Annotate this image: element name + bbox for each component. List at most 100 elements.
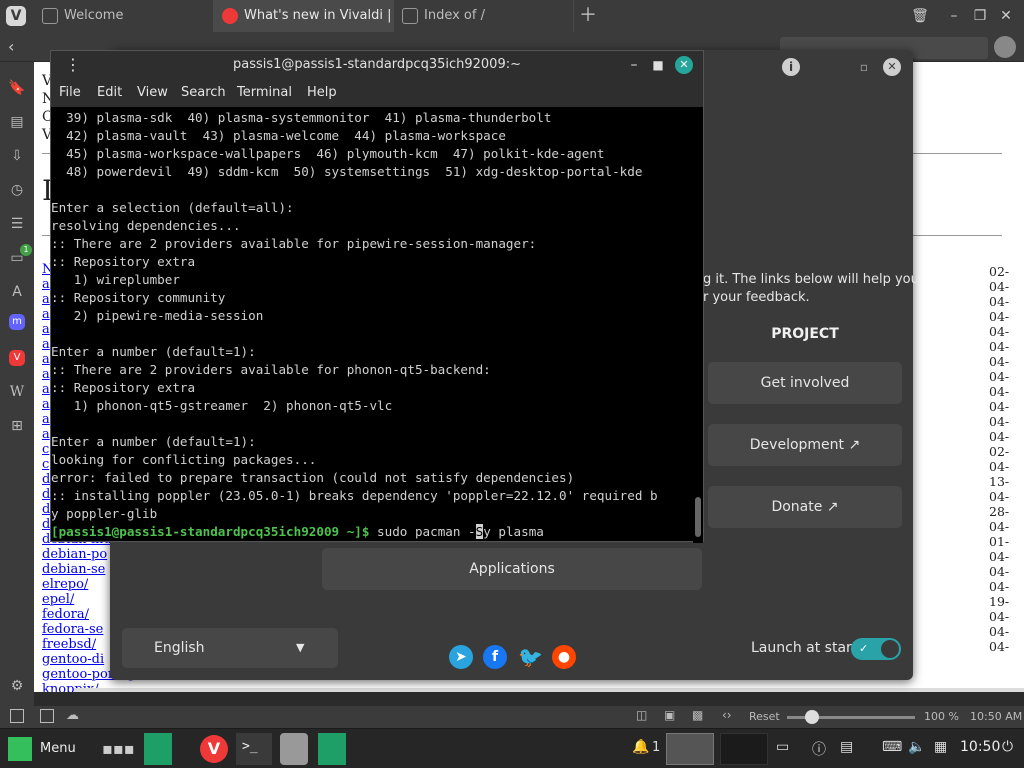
reading-list-icon[interactable]: ▤	[7, 112, 27, 132]
menu-file[interactable]: File	[59, 79, 81, 107]
development-button[interactable]: Development ↗	[708, 424, 902, 466]
panel-toggle-icon[interactable]	[10, 709, 24, 723]
notes-icon[interactable]: ☰	[7, 214, 27, 234]
translate-icon[interactable]: A	[7, 282, 27, 302]
avatar[interactable]	[994, 36, 1016, 58]
close-icon[interactable]: ✕	[675, 56, 693, 74]
history-icon[interactable]: ◷	[7, 180, 27, 200]
tab-index-of[interactable]: Index of /	[394, 0, 574, 32]
applications-button[interactable]: Applications	[322, 548, 702, 590]
menu-help[interactable]: Help	[307, 79, 337, 107]
cloud-icon[interactable]: ☁	[66, 708, 79, 723]
network-icon[interactable]: ▦	[934, 739, 947, 755]
directory-link[interactable]: a	[42, 412, 50, 427]
trash-icon[interactable]: 🗑	[910, 6, 930, 26]
workspace-1[interactable]	[666, 733, 714, 765]
tab-welcome[interactable]: Welcome	[34, 0, 214, 32]
directory-link[interactable]: c	[42, 442, 49, 457]
directory-link[interactable]: a	[42, 337, 50, 352]
launch-at-start-toggle[interactable]: ✓	[851, 638, 901, 660]
directory-link[interactable]: fedora/	[42, 607, 89, 622]
zoom-slider[interactable]	[787, 710, 915, 724]
maximize-icon[interactable]: ▫	[855, 58, 873, 76]
directory-link[interactable]: debian-po	[42, 547, 107, 562]
minimize-icon[interactable]: –	[944, 6, 964, 26]
facebook-icon[interactable]: f	[483, 645, 507, 669]
new-tab-icon[interactable]: ＋	[578, 6, 598, 26]
directory-link[interactable]: gentoo-di	[42, 652, 104, 667]
scrollbar-thumb[interactable]	[695, 497, 701, 537]
terminal-menu-icon[interactable]: ⋮	[65, 51, 81, 79]
display-icon[interactable]: ▭	[776, 739, 789, 755]
minimize-icon[interactable]: –	[625, 51, 643, 79]
reddit-icon[interactable]: ●	[552, 645, 576, 669]
bookmarks-icon[interactable]: 🔖	[7, 78, 27, 98]
software-icon[interactable]	[318, 733, 346, 765]
directory-link[interactable]: a	[42, 427, 50, 442]
back-icon[interactable]: ‹	[8, 37, 28, 57]
modified-date: 04-	[989, 309, 1010, 324]
telegram-icon[interactable]: ➤	[449, 645, 473, 669]
horizontal-scrollbar[interactable]	[74, 688, 1024, 692]
volume-icon[interactable]: 🔈	[908, 739, 925, 755]
donate-button[interactable]: Donate ↗	[708, 486, 902, 528]
language-select[interactable]: English ▼	[122, 628, 338, 668]
maximize-icon[interactable]: ■	[649, 51, 667, 79]
terminal-scrollbar[interactable]	[693, 107, 703, 543]
vivaldi-taskbar-icon[interactable]: V	[198, 733, 230, 765]
show-desktop-icon[interactable]: ▪▪▪	[102, 733, 135, 765]
slider-handle[interactable]	[805, 710, 819, 724]
tiling-icon[interactable]	[40, 709, 54, 723]
directory-link[interactable]: a	[42, 382, 50, 397]
directory-link[interactable]: fedora-se	[42, 622, 103, 637]
settings-icon[interactable]: ⚙	[7, 676, 27, 696]
camera-icon[interactable]: ◫	[636, 708, 647, 722]
directory-link[interactable]: epel/	[42, 592, 74, 607]
wikipedia-icon[interactable]: W	[7, 382, 27, 402]
menu-search[interactable]: Search	[181, 79, 226, 107]
downloads-icon[interactable]: ⇩	[7, 146, 27, 166]
close-icon[interactable]: ✕	[883, 58, 901, 76]
terminal-taskbar-icon[interactable]: >_	[236, 733, 272, 765]
directory-link[interactable]: a	[42, 367, 50, 382]
menu-view[interactable]: View	[137, 79, 168, 107]
maximize-icon[interactable]: ❐	[970, 6, 990, 26]
archive-icon[interactable]	[280, 733, 308, 765]
terminal-output[interactable]: 39) plasma-sdk 40) plasma-systemmonitor …	[51, 107, 691, 543]
reset-zoom-button[interactable]: Reset	[749, 710, 780, 723]
files-icon[interactable]	[144, 733, 172, 765]
directory-link[interactable]: elrepo/	[42, 577, 88, 592]
notification-bell-icon[interactable]: 🔔	[632, 739, 649, 755]
vivaldi-icon[interactable]: V	[9, 350, 25, 366]
close-icon[interactable]: ✕	[996, 6, 1016, 26]
start-menu-button[interactable]: Menu	[6, 733, 76, 765]
tab-whats-new[interactable]: What's new in Vivaldi | Vivaldi	[214, 0, 394, 32]
status-bar: ☁ ◫ ▣ ▩ ‹› Reset 100 % 10:50 AM	[0, 706, 1024, 728]
vivaldi-icon: V	[200, 735, 228, 763]
directory-link[interactable]: a	[42, 322, 50, 337]
directory-link[interactable]: a	[42, 307, 50, 322]
directory-link[interactable]: a	[42, 397, 50, 412]
menu-terminal[interactable]: Terminal	[237, 79, 292, 107]
add-panel-icon[interactable]: ⊞	[7, 416, 27, 436]
mastodon-icon[interactable]: m	[9, 314, 25, 330]
directory-link[interactable]: a	[42, 352, 50, 367]
get-involved-button[interactable]: Get involved	[708, 362, 902, 404]
power-icon[interactable]: ⏻	[1002, 739, 1013, 755]
directory-link[interactable]: a	[42, 292, 50, 307]
info-icon[interactable]: i	[782, 58, 800, 76]
directory-link[interactable]: debian-se	[42, 562, 105, 577]
directory-link[interactable]: a	[42, 277, 50, 292]
workspace-2[interactable]	[720, 733, 768, 765]
keyboard-icon[interactable]: ⌨	[882, 739, 902, 755]
page-actions-icon[interactable]: ▣	[664, 708, 675, 722]
menu-edit[interactable]: Edit	[97, 79, 122, 107]
code-icon[interactable]: ‹›	[722, 708, 732, 722]
directory-link[interactable]: c	[42, 457, 49, 472]
image-icon[interactable]: ▩	[692, 708, 703, 722]
directory-link[interactable]: freebsd/	[42, 637, 96, 652]
vivaldi-menu-icon[interactable]: V	[6, 6, 26, 26]
twitter-icon[interactable]: 🐦	[518, 645, 543, 669]
update-icon[interactable]: ⓘ	[812, 739, 826, 759]
clipboard-icon[interactable]: ▤	[840, 739, 853, 755]
